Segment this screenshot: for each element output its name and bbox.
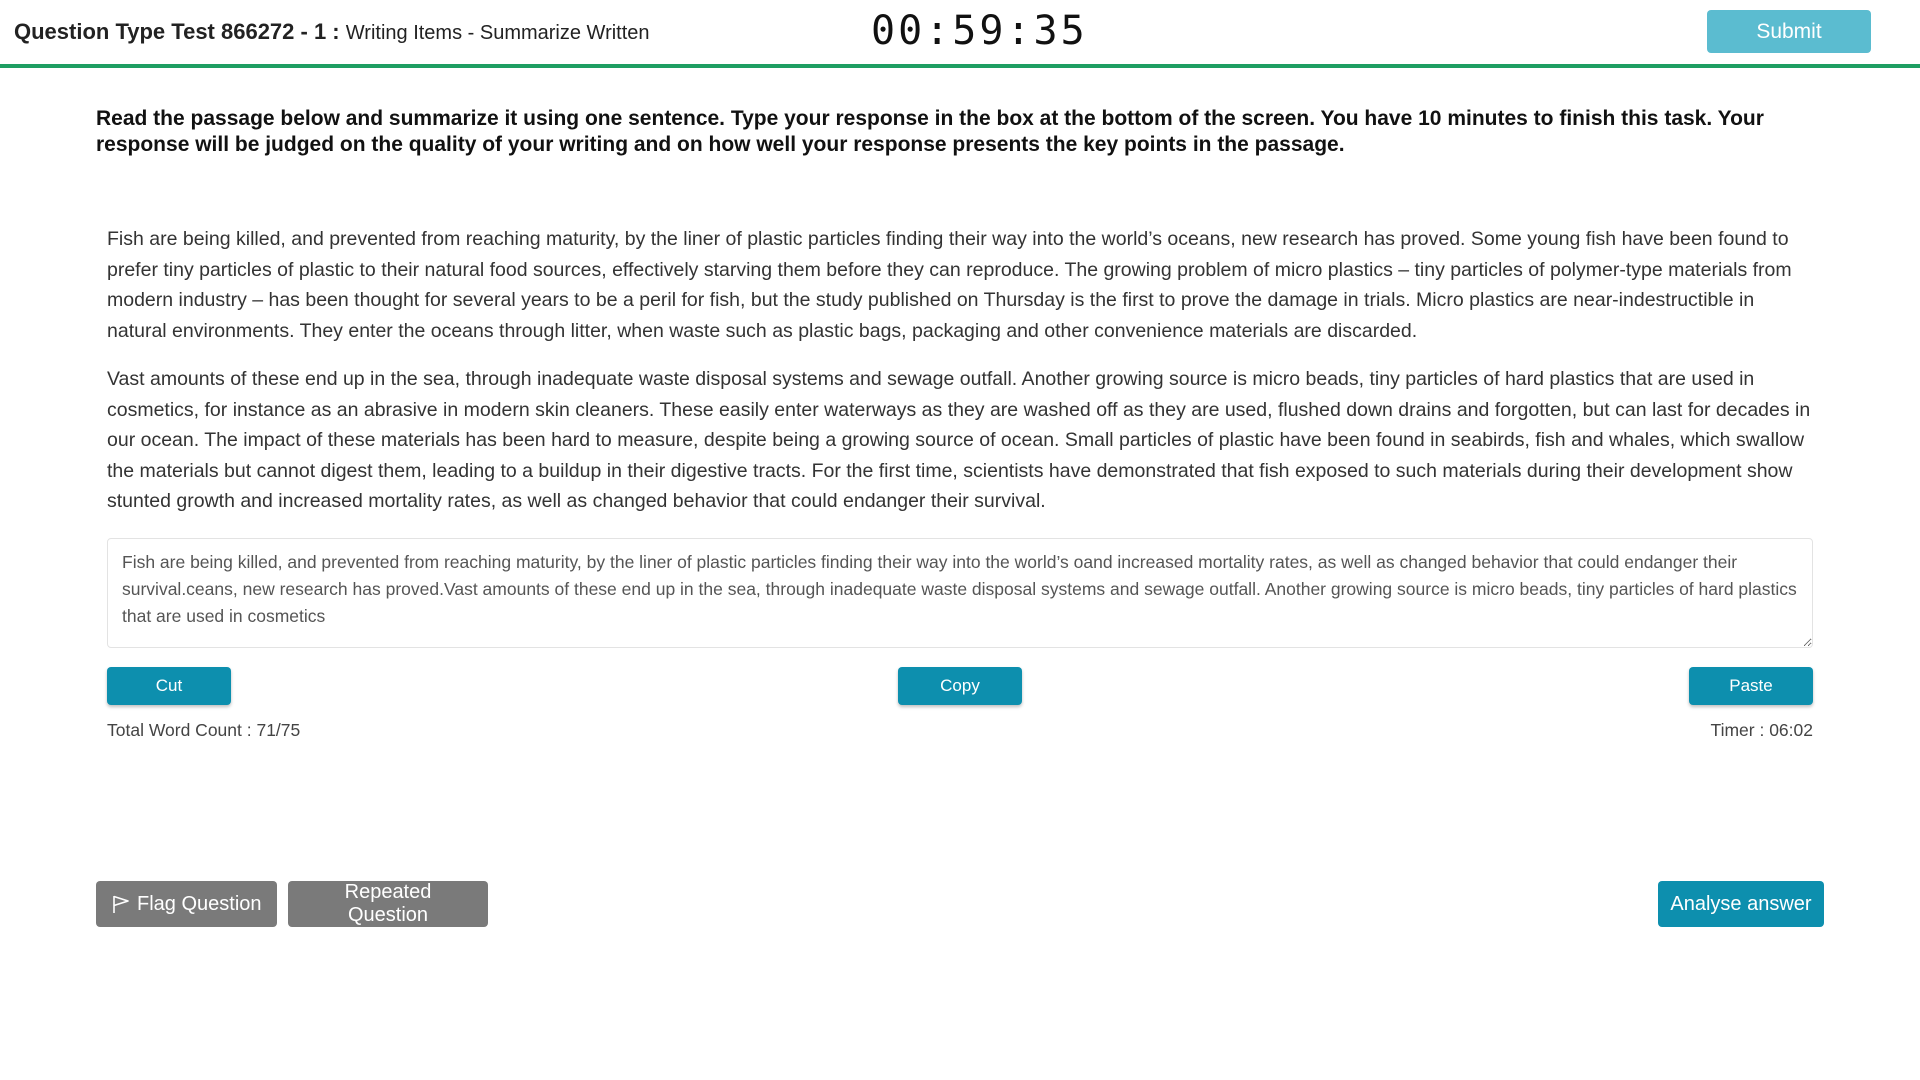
instructions-text: Read the passage below and summarize it …	[96, 107, 1764, 156]
repeated-question-label: Repeated Question	[344, 881, 432, 926]
test-title: Question Type Test 866272 - 1 :	[14, 19, 340, 44]
repeated-question-button[interactable]: Repeated Question	[288, 881, 488, 927]
page-title: Question Type Test 866272 - 1 : Writing …	[14, 19, 650, 45]
passage-paragraph: Vast amounts of these end up in the sea,…	[107, 368, 1811, 512]
word-count-label: Total Word Count : 71/75	[107, 720, 301, 740]
submit-button[interactable]: Submit	[1707, 10, 1871, 53]
analyse-answer-button[interactable]: Analyse answer	[1658, 881, 1824, 927]
flag-icon	[111, 894, 131, 914]
passage-paragraph: Fish are being killed, and prevented fro…	[107, 228, 1792, 342]
task-timer-label: Timer : 06:02	[1710, 720, 1813, 740]
copy-button[interactable]: Copy	[898, 667, 1022, 705]
paste-button[interactable]: Paste	[1689, 667, 1813, 705]
flag-question-button[interactable]: Flag Question	[96, 881, 277, 927]
flag-question-label: Flag Question	[137, 892, 262, 915]
countdown-timer: 00:59:35	[871, 8, 1088, 54]
question-type-label: Writing Items - Summarize Written	[345, 22, 650, 44]
cut-button[interactable]: Cut	[107, 667, 231, 705]
header-bar: Question Type Test 866272 - 1 : Writing …	[0, 0, 1920, 68]
reading-passage: Fish are being killed, and prevented fro…	[107, 224, 1819, 535]
response-textarea[interactable]: Fish are being killed, and prevented fro…	[107, 538, 1813, 648]
